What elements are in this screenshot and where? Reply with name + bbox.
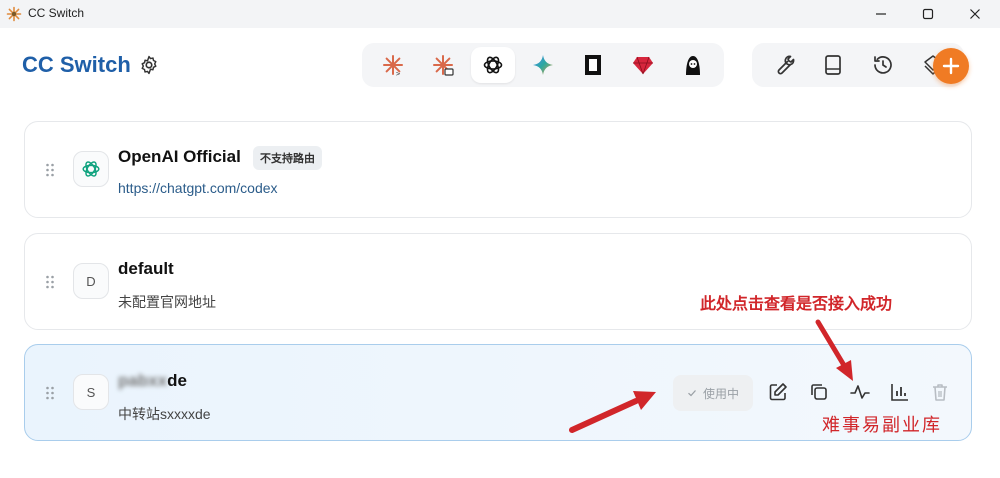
- app-tab-ruby[interactable]: [621, 47, 665, 83]
- window-title: CC Switch: [28, 6, 85, 20]
- tool-button-history[interactable]: [861, 47, 905, 83]
- app-tab-claude-desktop[interactable]: [421, 47, 465, 83]
- wrench-icon: [777, 55, 795, 75]
- history-icon: [874, 56, 892, 74]
- ruby-icon: [633, 56, 653, 75]
- close-button[interactable]: [952, 0, 998, 28]
- claude-desktop-icon: [433, 55, 454, 76]
- maximize-button[interactable]: [905, 0, 951, 28]
- pulse-icon[interactable]: [849, 381, 871, 403]
- copy-icon[interactable]: [808, 381, 830, 403]
- watermark-text: 难事易副业库: [822, 415, 942, 436]
- drag-handle-icon[interactable]: [45, 274, 55, 290]
- provider-avatar: S: [73, 374, 109, 410]
- openai-icon: [82, 161, 100, 177]
- provider-name: OpenAI Official: [118, 147, 241, 166]
- provider-card[interactable]: OpenAI Official 不支持路由 https://chatgpt.co…: [24, 121, 972, 218]
- provider-avatar: D: [73, 263, 109, 299]
- gemini-icon: [533, 55, 553, 75]
- openai-icon: [483, 56, 503, 74]
- edit-icon[interactable]: [767, 381, 789, 403]
- app-tab-person[interactable]: [671, 47, 715, 83]
- app-tab-gemini[interactable]: [521, 47, 565, 83]
- drag-handle-icon[interactable]: [45, 162, 55, 178]
- app-tab-claude-code[interactable]: >: [371, 47, 415, 83]
- drag-handle-icon[interactable]: [45, 385, 55, 401]
- minimize-button[interactable]: [858, 0, 904, 28]
- bar-chart-icon[interactable]: [889, 381, 911, 403]
- app-tab-openai-codex[interactable]: [471, 47, 515, 83]
- person-icon: [686, 56, 700, 75]
- app-tab-opencode[interactable]: [571, 47, 615, 83]
- app-brand: CC Switch: [22, 52, 131, 77]
- tool-button-wrench[interactable]: [761, 47, 805, 83]
- svg-text:>: >: [396, 70, 400, 77]
- in-use-label: 使用中: [702, 386, 739, 401]
- provider-url-link[interactable]: https://chatgpt.com/codex: [118, 180, 278, 196]
- claude-code-icon: >: [383, 55, 403, 77]
- check-icon: [688, 390, 696, 397]
- app-logo-icon: [6, 6, 22, 22]
- provider-name-blurred: pabxx: [118, 371, 168, 390]
- provider-name-visible: de: [167, 371, 187, 390]
- trash-icon[interactable]: [929, 381, 951, 403]
- close-icon: [970, 9, 980, 19]
- annotation-callout: 此处点击查看是否接入成功: [700, 296, 893, 313]
- in-use-button[interactable]: 使用中: [673, 375, 753, 411]
- provider-website: 未配置官网地址: [118, 294, 216, 310]
- book-icon: [825, 55, 841, 75]
- maximize-icon: [922, 8, 934, 20]
- provider-card[interactable]: D default 未配置官网地址: [24, 233, 972, 330]
- opencode-icon: [585, 55, 601, 75]
- gear-icon[interactable]: [138, 54, 160, 76]
- provider-avatar: [73, 151, 109, 187]
- provider-website: 中转站sxxxxde: [118, 406, 211, 422]
- app-switcher: >: [362, 43, 724, 87]
- routing-badge: 不支持路由: [253, 146, 322, 170]
- minimize-icon: [876, 13, 886, 15]
- add-provider-button[interactable]: [933, 48, 969, 84]
- provider-name: default: [118, 259, 174, 278]
- tool-button-book[interactable]: [811, 47, 855, 83]
- plus-icon: [942, 57, 960, 75]
- provider-name: pabxxde: [118, 371, 187, 391]
- window-titlebar: CC Switch: [0, 0, 1000, 28]
